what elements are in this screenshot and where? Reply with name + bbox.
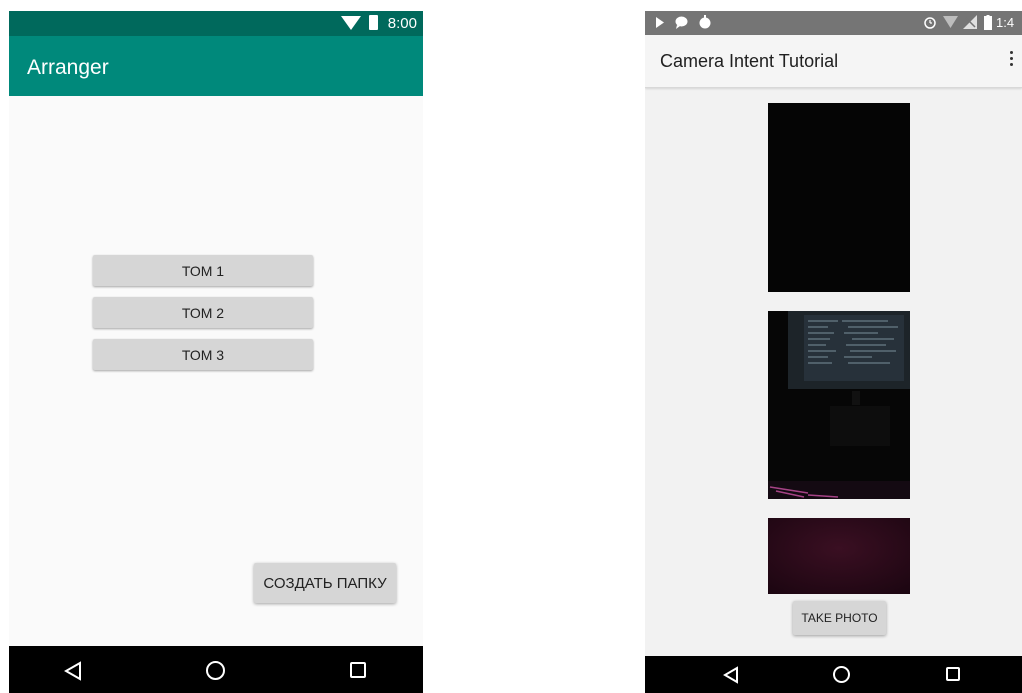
photo-thumbnail-1 [768, 103, 910, 292]
app-title: Camera Intent Tutorial [660, 51, 839, 71]
play-icon [656, 17, 664, 28]
no-signal-icon [963, 15, 977, 29]
back-icon[interactable] [64, 661, 82, 681]
volume-3-button[interactable]: ТОМ 3 [93, 339, 313, 370]
wifi-icon [341, 16, 361, 30]
app-title: Arranger [27, 56, 109, 79]
app-bar: Camera Intent Tutorial [645, 35, 1022, 88]
status-time: 8:00 [387, 15, 417, 32]
chat-bubble-icon [675, 16, 688, 29]
volume-1-button[interactable]: ТОМ 1 [93, 255, 313, 286]
navigation-bar [9, 646, 423, 693]
wifi-icon [943, 16, 958, 28]
battery-icon [369, 15, 378, 30]
photo-thumbnail-2 [768, 311, 910, 499]
camera-intent-screen: 1:4 Camera Intent Tutorial TAKE PHOTO [645, 11, 1022, 693]
photo-thumbnail-3 [768, 518, 910, 594]
status-bar: 1:4 [645, 11, 1022, 35]
recents-icon[interactable] [946, 667, 960, 681]
android-icon [699, 15, 711, 29]
app-bar: Arranger [9, 36, 423, 96]
take-photo-button[interactable]: TAKE PHOTO [793, 601, 886, 635]
alarm-icon [924, 17, 936, 29]
home-icon[interactable] [833, 666, 850, 683]
volume-2-button[interactable]: ТОМ 2 [93, 297, 313, 328]
overflow-menu-icon[interactable] [1008, 49, 1014, 71]
arranger-screen: 8:00 Arranger ТОМ 1 ТОМ 2 ТОМ 3 СОЗДАТЬ … [9, 11, 423, 693]
status-bar: 8:00 [9, 11, 423, 36]
create-folder-button[interactable]: СОЗДАТЬ ПАПКУ [254, 563, 396, 603]
home-icon[interactable] [206, 661, 225, 680]
navigation-bar [645, 656, 1022, 693]
status-time: 1:4 [996, 15, 1015, 30]
back-icon[interactable] [723, 666, 739, 684]
recents-icon[interactable] [350, 662, 366, 678]
battery-icon [984, 15, 992, 30]
